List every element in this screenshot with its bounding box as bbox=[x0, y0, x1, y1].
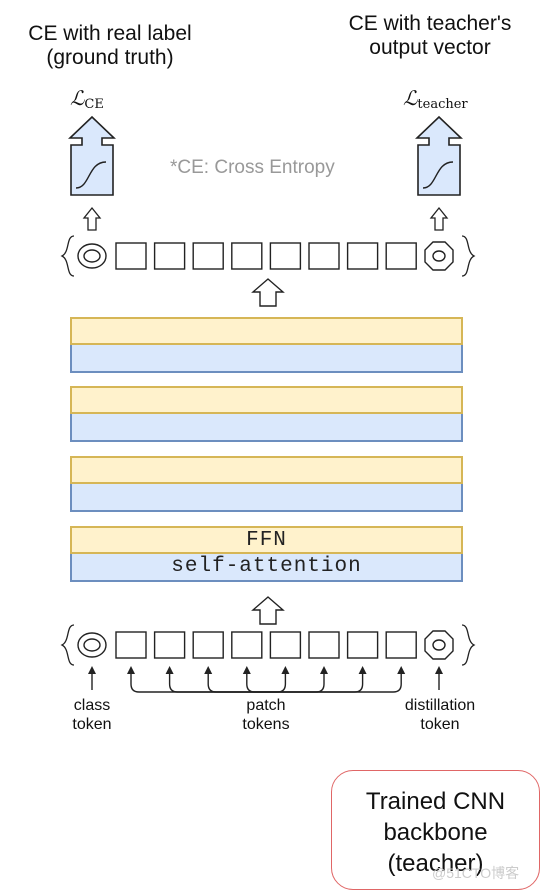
transformer-block: FFN self-attention bbox=[70, 526, 463, 582]
arrow-head-icon bbox=[242, 666, 251, 674]
input-arrows bbox=[88, 666, 443, 693]
patch-token bbox=[385, 631, 417, 659]
up-arrow-icon bbox=[251, 278, 285, 307]
patch-token bbox=[153, 631, 186, 659]
diagram-canvas bbox=[60, 115, 476, 693]
up-arrow-icon bbox=[251, 596, 285, 625]
class-token bbox=[77, 632, 107, 658]
patch-token bbox=[192, 242, 224, 270]
patch-token bbox=[192, 631, 224, 659]
class-token-label: class token bbox=[72, 697, 112, 733]
class-token bbox=[77, 243, 107, 269]
patch-tokens-label: patch tokens bbox=[242, 697, 290, 733]
distillation-token bbox=[424, 241, 454, 271]
input-token-row bbox=[60, 624, 476, 666]
patch-token bbox=[385, 242, 417, 270]
patch-token bbox=[308, 242, 340, 270]
patch-arrow bbox=[266, 670, 325, 693]
arrow-head-icon bbox=[88, 666, 96, 674]
ffn-layer bbox=[70, 317, 463, 345]
distillation-token-label: distillation token bbox=[404, 697, 476, 733]
arrow-head-icon bbox=[320, 666, 328, 674]
arrow-head-icon bbox=[281, 666, 290, 674]
patch-token bbox=[231, 242, 263, 270]
classifier-head-ce-icon bbox=[68, 115, 116, 196]
patch-token bbox=[269, 631, 302, 659]
right-brace bbox=[461, 624, 476, 666]
teacher-line-2: backbone bbox=[383, 819, 488, 846]
transformer-block bbox=[70, 386, 463, 442]
transformer-block bbox=[70, 456, 463, 512]
patch-arrow bbox=[266, 670, 364, 693]
ffn-layer bbox=[70, 386, 463, 414]
arrow-head-icon bbox=[127, 666, 135, 674]
arrow-head-icon bbox=[397, 666, 406, 674]
self-attention-layer bbox=[70, 484, 463, 512]
patch-token bbox=[346, 631, 379, 659]
right-brace bbox=[461, 235, 476, 277]
patch-arrow bbox=[168, 670, 266, 693]
patch-token bbox=[346, 242, 379, 270]
arrow-head-icon bbox=[358, 666, 367, 674]
patch-arrow bbox=[207, 670, 266, 693]
up-arrow-icon bbox=[82, 206, 102, 231]
patch-token bbox=[115, 242, 147, 270]
left-brace bbox=[60, 624, 75, 666]
distillation-token bbox=[424, 630, 454, 660]
left-brace bbox=[60, 235, 75, 277]
transformer-block bbox=[70, 317, 463, 373]
self-attention-layer: self-attention bbox=[70, 554, 463, 582]
teacher-line-1: Trained CNN bbox=[365, 788, 506, 815]
patch-token bbox=[308, 631, 340, 659]
patch-token bbox=[269, 242, 302, 270]
patch-token bbox=[231, 631, 263, 659]
classifier-head-teacher-icon bbox=[415, 115, 463, 196]
arrow-head-icon bbox=[204, 666, 213, 674]
ffn-layer: FFN bbox=[70, 526, 463, 554]
arrow-head-icon bbox=[165, 666, 174, 674]
patch-token bbox=[115, 631, 147, 659]
watermark: @51CTO博客 bbox=[432, 865, 520, 881]
arrow-head-icon bbox=[435, 666, 443, 674]
self-attention-layer bbox=[70, 345, 463, 373]
self-attention-layer bbox=[70, 414, 463, 442]
ffn-layer bbox=[70, 456, 463, 484]
patch-token bbox=[153, 242, 186, 270]
up-arrow-icon bbox=[429, 206, 449, 231]
output-token-row bbox=[60, 235, 476, 277]
